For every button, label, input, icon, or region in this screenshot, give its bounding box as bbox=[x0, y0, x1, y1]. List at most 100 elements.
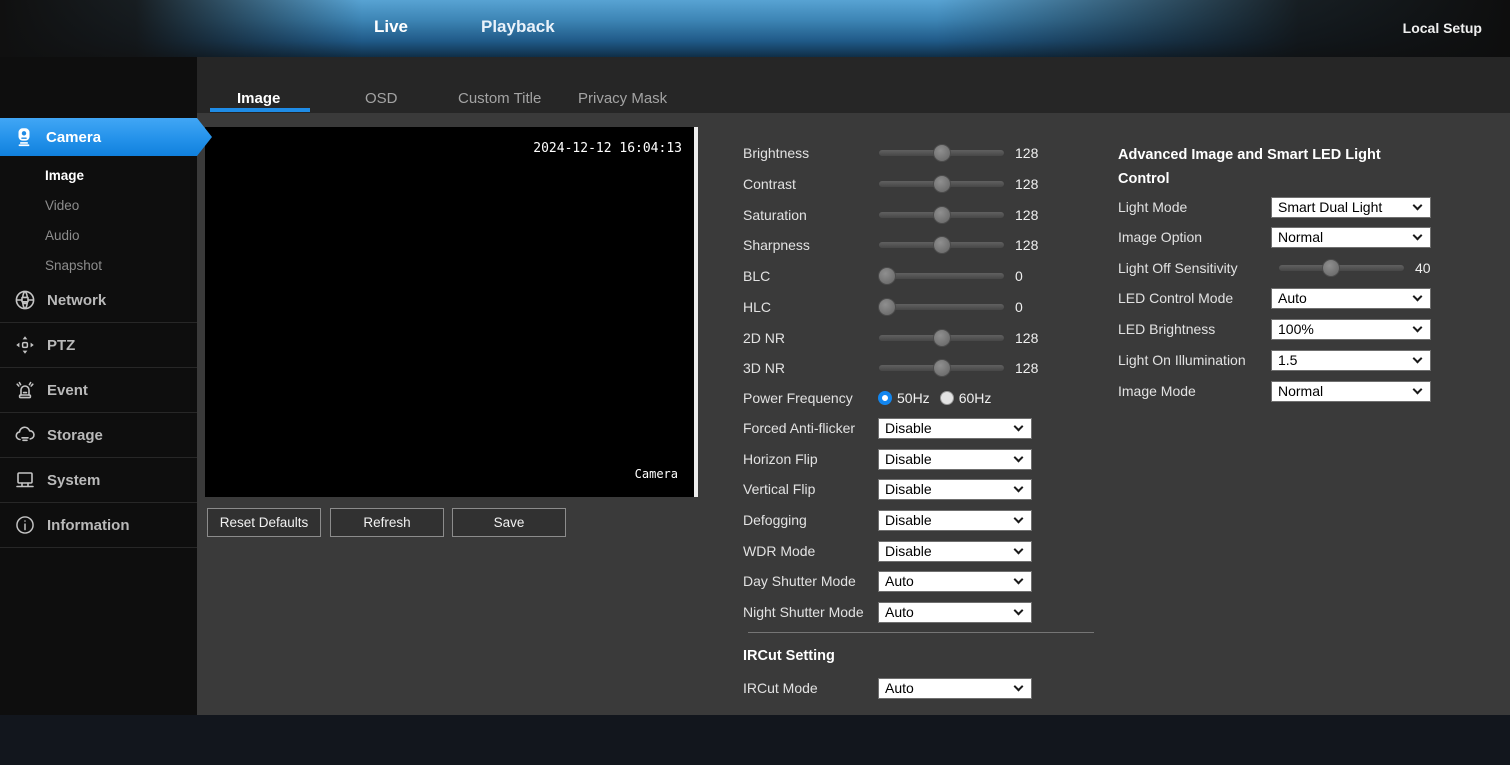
save-button[interactable]: Save bbox=[452, 508, 566, 537]
slider-thumb[interactable] bbox=[933, 329, 951, 347]
hlc-slider[interactable] bbox=[878, 298, 1005, 316]
osd-timestamp: 2024-12-12 16:04:13 bbox=[533, 141, 682, 156]
nav-live[interactable]: Live bbox=[374, 17, 408, 37]
sidebar-item-network[interactable]: Network bbox=[0, 278, 197, 323]
section-divider bbox=[748, 632, 1094, 633]
camera-web-ui: Live Playback Local Setup Camera Image V… bbox=[0, 0, 1510, 765]
nav-playback[interactable]: Playback bbox=[481, 17, 555, 37]
defogging-row: Defogging Disable bbox=[743, 509, 1032, 531]
2d-nr-value: 128 bbox=[1015, 330, 1038, 346]
blc-row: BLC 0 bbox=[743, 265, 1023, 287]
tab-privacy-mask[interactable]: Privacy Mask bbox=[578, 90, 667, 107]
settings-tabbar: Image OSD Custom Title Privacy Mask bbox=[197, 57, 1510, 113]
day-shutter-mode-row: Day Shutter Mode Auto bbox=[743, 570, 1032, 592]
sharpness-slider[interactable] bbox=[878, 236, 1005, 254]
forced-anti-flicker-select[interactable]: Disable bbox=[878, 418, 1032, 439]
nr2d-row: 2D NR 128 bbox=[743, 327, 1038, 349]
2d-nr-slider[interactable] bbox=[878, 329, 1005, 347]
wdr-mode-select[interactable]: Disable bbox=[878, 541, 1032, 562]
blc-slider[interactable] bbox=[878, 267, 1005, 285]
3d-nr-slider[interactable] bbox=[878, 359, 1005, 377]
radio-60hz[interactable] bbox=[940, 391, 954, 405]
sidebar-item-audio[interactable]: Audio bbox=[0, 221, 197, 251]
image-mode-row: Image Mode Normal bbox=[1118, 380, 1431, 402]
info-icon bbox=[12, 514, 38, 536]
saturation-value: 128 bbox=[1015, 207, 1038, 223]
storage-cloud-icon bbox=[12, 423, 38, 447]
sidebar-item-ptz[interactable]: PTZ bbox=[0, 323, 197, 368]
video-preview[interactable]: 2024-12-12 16:04:13 Camera bbox=[205, 127, 698, 497]
ptz-icon bbox=[12, 334, 38, 356]
sidebar-item-video[interactable]: Video bbox=[0, 191, 197, 221]
hlc-row: HLC 0 bbox=[743, 296, 1023, 318]
light-off-sensitivity-slider[interactable] bbox=[1278, 259, 1405, 277]
light-mode-row: Light Mode Smart Dual Light bbox=[1118, 196, 1431, 218]
refresh-button[interactable]: Refresh bbox=[330, 508, 444, 537]
slider-thumb[interactable] bbox=[878, 267, 896, 285]
saturation-row: Saturation 128 bbox=[743, 204, 1038, 226]
network-icon bbox=[12, 288, 38, 312]
light-on-illumination-row: Light On Illumination 1.5 bbox=[1118, 349, 1431, 371]
light-off-sensitivity-value: 40 bbox=[1415, 260, 1431, 276]
sidebar: Camera Image Video Audio Snapshot Networ… bbox=[0, 57, 197, 715]
vertical-flip-select[interactable]: Disable bbox=[878, 479, 1032, 500]
slider-thumb[interactable] bbox=[933, 236, 951, 254]
sidebar-item-event[interactable]: Event bbox=[0, 368, 197, 413]
tab-custom-title[interactable]: Custom Title bbox=[458, 90, 541, 107]
wdr-mode-row: WDR Mode Disable bbox=[743, 540, 1032, 562]
sidebar-camera-label: Camera bbox=[46, 129, 101, 146]
sidebar-main-menu: Network PTZ bbox=[0, 278, 197, 548]
sidebar-item-system[interactable]: System bbox=[0, 458, 197, 503]
advanced-heading: Advanced Image and Smart LED Light Contr… bbox=[1118, 143, 1398, 191]
bottom-bar bbox=[0, 715, 1510, 765]
vertical-flip-row: Vertical Flip Disable bbox=[743, 478, 1032, 500]
slider-thumb[interactable] bbox=[933, 206, 951, 224]
ircut-mode-row: IRCut Mode Auto bbox=[743, 677, 1032, 699]
led-control-mode-select[interactable]: Auto bbox=[1271, 288, 1431, 309]
nr3d-row: 3D NR 128 bbox=[743, 357, 1038, 379]
image-mode-select[interactable]: Normal bbox=[1271, 381, 1431, 402]
day-shutter-mode-select[interactable]: Auto bbox=[878, 571, 1032, 592]
slider-thumb[interactable] bbox=[933, 359, 951, 377]
led-brightness-row: LED Brightness 100% bbox=[1118, 318, 1431, 340]
sidebar-item-storage[interactable]: Storage bbox=[0, 413, 197, 458]
active-tab-underline bbox=[210, 108, 310, 112]
brightness-slider[interactable] bbox=[878, 144, 1005, 162]
slider-thumb[interactable] bbox=[933, 144, 951, 162]
top-navbar: Live Playback Local Setup bbox=[0, 0, 1510, 57]
light-mode-select[interactable]: Smart Dual Light bbox=[1271, 197, 1431, 218]
slider-thumb[interactable] bbox=[1322, 259, 1340, 277]
sidebar-item-snapshot[interactable]: Snapshot bbox=[0, 251, 197, 281]
sidebar-item-information[interactable]: Information bbox=[0, 503, 197, 548]
3d-nr-value: 128 bbox=[1015, 360, 1038, 376]
slider-thumb[interactable] bbox=[933, 175, 951, 193]
sharpness-row: Sharpness 128 bbox=[743, 234, 1038, 256]
defogging-select[interactable]: Disable bbox=[878, 510, 1032, 531]
led-brightness-select[interactable]: 100% bbox=[1271, 319, 1431, 340]
night-shutter-mode-select[interactable]: Auto bbox=[878, 602, 1032, 623]
contrast-slider[interactable] bbox=[878, 175, 1005, 193]
power-frequency-row: Power Frequency 50Hz 60Hz bbox=[743, 387, 991, 409]
image-option-row: Image Option Normal bbox=[1118, 226, 1431, 248]
tab-image[interactable]: Image bbox=[237, 90, 280, 107]
light-off-sensitivity-row: Light Off Sensitivity 40 bbox=[1118, 257, 1431, 279]
image-option-select[interactable]: Normal bbox=[1271, 227, 1431, 248]
sidebar-item-camera[interactable]: Camera bbox=[0, 118, 212, 156]
camera-icon bbox=[13, 126, 35, 148]
ircut-setting-heading: IRCut Setting bbox=[743, 648, 835, 664]
light-on-illumination-select[interactable]: 1.5 bbox=[1271, 350, 1431, 371]
slider-thumb[interactable] bbox=[878, 298, 896, 316]
reset-defaults-button[interactable]: Reset Defaults bbox=[207, 508, 321, 537]
blc-value: 0 bbox=[1015, 268, 1023, 284]
forced-anti-flicker-row: Forced Anti-flicker Disable bbox=[743, 417, 1032, 439]
brightness-row: Brightness 128 bbox=[743, 142, 1038, 164]
tab-osd[interactable]: OSD bbox=[365, 90, 398, 107]
sidebar-item-image[interactable]: Image bbox=[0, 161, 197, 191]
ircut-mode-select[interactable]: Auto bbox=[878, 678, 1032, 699]
brightness-value: 128 bbox=[1015, 145, 1038, 161]
nav-local-setup[interactable]: Local Setup bbox=[1403, 20, 1482, 36]
saturation-slider[interactable] bbox=[878, 206, 1005, 224]
radio-50hz[interactable] bbox=[878, 391, 892, 405]
horizon-flip-select[interactable]: Disable bbox=[878, 449, 1032, 470]
camera-submenu: Image Video Audio Snapshot bbox=[0, 161, 197, 281]
